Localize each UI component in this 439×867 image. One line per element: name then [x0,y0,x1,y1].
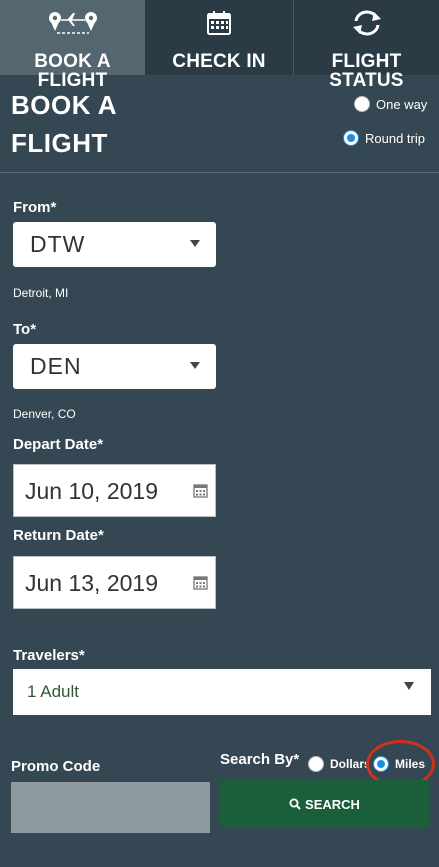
return-date-input[interactable]: Jun 13, 2019 [13,556,216,609]
return-date-label: Return Date* [13,527,104,544]
one-way-radio[interactable]: One way [354,96,427,112]
from-select[interactable]: DTW [13,222,216,267]
travelers-label: Travelers* [13,647,85,664]
promo-code-label: Promo Code [11,758,101,775]
refresh-icon [294,8,439,38]
from-city: Detroit, MI [13,286,69,300]
depart-date-label: Depart Date* [13,436,104,453]
search-button-label: SEARCH [305,796,360,812]
chevron-down-icon [190,362,200,369]
tab-check-in[interactable]: CHECK IN [145,0,294,75]
one-way-label: One way [376,96,428,112]
round-trip-label: Round trip [365,130,425,146]
to-value: DEN [30,353,82,379]
radio-button-selected[interactable] [343,130,359,146]
round-trip-radio[interactable]: Round trip [343,130,425,146]
tab-label-line1: FLIGHT [331,51,402,72]
return-date-value: Jun 13, 2019 [25,570,159,596]
from-label: From* [13,199,57,216]
calendar-icon [145,8,293,38]
divider [0,172,439,173]
chevron-down-icon [190,240,200,247]
tab-label-line2: STATUS [329,70,404,91]
travelers-select[interactable]: 1 Adult [13,669,431,715]
depart-date-input[interactable]: Jun 10, 2019 [13,464,216,517]
tab-label: CHECK IN [172,51,266,72]
dollars-radio[interactable]: Dollars [308,756,368,772]
tab-book-a-flight[interactable]: BOOK A FLIGHT [0,0,145,90]
plane-route-icon [0,8,145,38]
to-select[interactable]: DEN [13,344,216,389]
page-title: BOOK A FLIGHT [11,86,211,162]
search-by-label: Search By* [220,751,300,768]
travelers-value: 1 Adult [27,682,79,701]
tab-label-line1: BOOK A [34,51,111,72]
page-title-line1: BOOK A [11,90,118,120]
depart-date-value: Jun 10, 2019 [25,478,159,504]
to-city: Denver, CO [13,407,76,421]
from-value: DTW [30,231,86,257]
radio-button[interactable] [308,756,324,772]
calendar-icon[interactable] [193,575,208,595]
calendar-icon[interactable] [193,483,208,503]
chevron-down-icon [404,682,414,690]
search-button[interactable]: SEARCH [220,780,429,828]
to-label: To* [13,321,37,338]
dollars-label: Dollars [330,757,368,771]
page-title-line2: FLIGHT [11,128,108,158]
tab-flight-status[interactable]: FLIGHT STATUS [294,0,439,90]
promo-code-input[interactable] [11,782,210,833]
search-icon [289,798,301,810]
radio-button[interactable] [354,96,370,112]
top-tabs: BOOK A FLIGHT CHECK IN FLIGHT STATUS [0,0,439,90]
